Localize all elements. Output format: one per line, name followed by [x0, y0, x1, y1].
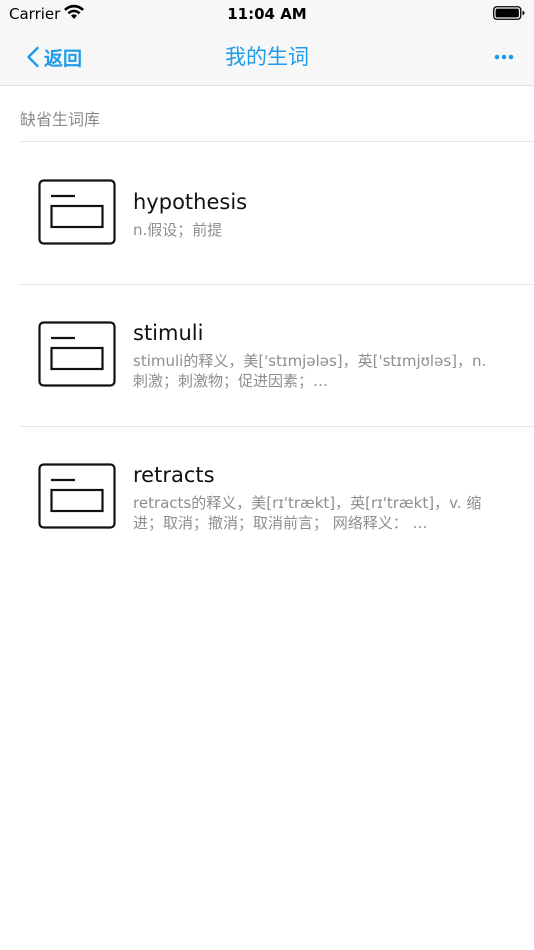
section-header: 缺省生词库 — [20, 110, 101, 129]
word-definition: n.假设；前提 — [133, 221, 223, 239]
word-label: hypothesis — [133, 190, 248, 214]
word-definition: retracts的释义，美[rɪ'trækt]，英[rɪ'trækt]，v. 缩… — [133, 494, 482, 532]
status-bar: Carrier 11:04 AM — [0, 0, 534, 26]
list-item[interactable]: hypothesis n.假设；前提 — [0, 142, 534, 284]
word-definition: stimuli的释义，美['stɪmjələs]，英['stɪmjʊləs]，n… — [133, 352, 487, 390]
page-title: 我的生词 — [225, 45, 309, 69]
card-icon — [38, 179, 116, 245]
navigation-bar: 返回 我的生词 — [0, 26, 534, 86]
word-label: retracts — [133, 463, 215, 487]
status-time: 11:04 AM — [227, 5, 307, 23]
more-dots-icon[interactable] — [494, 52, 514, 62]
card-icon — [38, 463, 116, 529]
card-icon — [38, 321, 116, 387]
list-item[interactable]: stimuli stimuli的释义，美['stɪmjələs]，英['stɪm… — [0, 285, 534, 427]
list-item[interactable]: retracts retracts的释义，美[rɪ'trækt]，英[rɪ'tr… — [0, 427, 534, 569]
word-label: stimuli — [133, 321, 204, 345]
battery-icon — [493, 6, 525, 20]
